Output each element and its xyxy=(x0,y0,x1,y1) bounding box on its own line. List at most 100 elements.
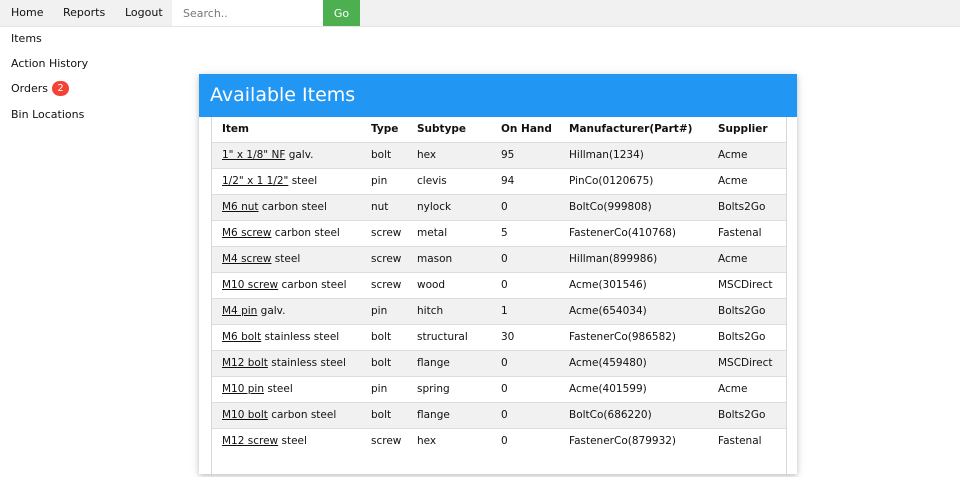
cell-type: bolt xyxy=(371,357,392,369)
available-items-panel: Available Items Item Type Subtype On Han… xyxy=(199,74,797,477)
cell-type: screw xyxy=(371,253,402,265)
item-description: stainless steel xyxy=(267,357,346,369)
table-row: M6 bolt stainless steel bolt structural 30 F… xyxy=(212,324,786,350)
cell-on-hand: 94 xyxy=(501,175,515,187)
cell-on-hand: 0 xyxy=(501,201,508,213)
cell-manufacturer: Hillman(899986) xyxy=(569,253,658,265)
sidebar-item-orders-label: Orders xyxy=(11,82,48,95)
table-row: M10 bolt carbon steel bolt flange 0 BoltCo(6… xyxy=(212,402,786,428)
sidebar-item-items[interactable]: Items xyxy=(11,31,42,47)
item-description: carbon steel xyxy=(267,409,337,421)
cell-subtype: flange xyxy=(417,409,450,421)
item-link[interactable]: M6 screw xyxy=(222,227,271,239)
sidebar-item-action-history[interactable]: Action History xyxy=(11,56,88,72)
cell-supplier: Bolts2Go xyxy=(718,305,766,317)
cell-subtype: hitch xyxy=(417,305,444,317)
cell-manufacturer: Acme(401599) xyxy=(569,383,647,395)
cell-on-hand: 0 xyxy=(501,279,508,291)
cell-manufacturer: FastenerCo(879932) xyxy=(569,435,677,448)
item-link[interactable]: 1/2" x 1 1/2" xyxy=(222,175,288,187)
item-link[interactable]: 1" x 1/8" NF xyxy=(222,149,285,161)
item-link[interactable]: M10 bolt xyxy=(222,409,268,421)
item-link[interactable]: M12 screw xyxy=(222,435,278,447)
item-link[interactable]: M12 bolt xyxy=(222,357,268,369)
cell-subtype: hex xyxy=(417,435,437,448)
orders-count-badge: 2 xyxy=(52,81,69,96)
cell-manufacturer: Acme(459480) xyxy=(569,357,647,369)
sidebar-item-orders[interactable]: Orders 2 xyxy=(11,81,69,97)
cell-item: M6 screw carbon steel xyxy=(212,220,361,246)
item-description: steel xyxy=(264,383,293,395)
cell-subtype: nylock xyxy=(417,201,452,213)
cell-supplier: Fastenal xyxy=(718,227,762,239)
cell-manufacturer: BoltCo(686220) xyxy=(569,409,652,421)
cell-subtype: mason xyxy=(417,253,453,265)
item-description: carbon steel xyxy=(258,201,327,213)
item-link[interactable]: M10 pin xyxy=(222,383,264,395)
cell-on-hand: 0 xyxy=(501,253,508,265)
cell-subtype: flange xyxy=(417,357,450,369)
cell-item: M10 bolt carbon steel xyxy=(212,402,361,428)
table-row: 1/2" x 1 1/2" steel pin clevis 94 PinCo(0120… xyxy=(212,168,786,194)
cell-supplier: Fastenal xyxy=(718,435,762,448)
sidebar-item-bin-locations[interactable]: Bin Locations xyxy=(11,107,84,123)
cell-manufacturer: PinCo(0120675) xyxy=(569,175,654,187)
table-row: M12 screw steel screw hex 0 FastenerCo(87993… xyxy=(212,428,786,454)
search-input[interactable] xyxy=(172,0,323,26)
cell-subtype: clevis xyxy=(417,175,447,187)
cell-on-hand: 0 xyxy=(501,409,508,421)
cell-item: M4 pin galv. xyxy=(212,298,361,324)
item-description: carbon steel xyxy=(278,279,347,291)
cell-supplier: MSCDirect xyxy=(718,357,773,369)
table-row: M10 pin steel pin spring 0 Acme(401599) Acme xyxy=(212,376,786,402)
column-header-type: Type xyxy=(371,123,399,136)
item-description: steel xyxy=(271,253,301,265)
table-row: M6 screw carbon steel screw metal 5 Fastener… xyxy=(212,220,786,246)
table-row: M4 screw steel screw mason 0 Hillman(899986)… xyxy=(212,246,786,272)
cell-item: M4 screw steel xyxy=(212,246,361,272)
item-link[interactable]: M4 pin xyxy=(222,305,257,317)
item-link[interactable]: M6 bolt xyxy=(222,331,261,343)
item-link[interactable]: M6 nut xyxy=(222,201,259,213)
cell-type: screw xyxy=(371,227,402,239)
item-link[interactable]: M4 screw xyxy=(222,253,271,265)
cell-item: 1" x 1/8" NF galv. xyxy=(212,142,361,168)
cell-type: screw xyxy=(371,435,402,448)
cell-manufacturer: FastenerCo(986582) xyxy=(569,331,677,343)
item-link[interactable]: M10 screw xyxy=(222,279,278,291)
table-row: M4 pin galv. pin hitch 1 Acme(654034) Bolts2G… xyxy=(212,298,786,324)
cell-type: nut xyxy=(371,201,389,213)
top-nav-bar: Home Reports Logout Go xyxy=(0,0,960,27)
table-row: M6 nut carbon steel nut nylock 0 BoltCo(9998… xyxy=(212,194,786,220)
cell-manufacturer: FastenerCo(410768) xyxy=(569,227,677,239)
nav-logout-link[interactable]: Logout xyxy=(125,0,163,26)
nav-reports-link[interactable]: Reports xyxy=(63,0,105,26)
column-header-item: Item xyxy=(222,123,249,136)
cell-item: M10 screw carbon steel xyxy=(212,272,361,298)
cell-type: pin xyxy=(371,383,388,395)
cell-type: screw xyxy=(371,279,402,291)
item-description: galv. xyxy=(285,149,314,161)
cell-item: M6 bolt stainless steel xyxy=(212,324,361,350)
table-header-row: Item Type Subtype On Hand Manufacturer(P… xyxy=(212,117,786,142)
go-button[interactable]: Go xyxy=(323,0,360,26)
cell-item: M12 screw steel xyxy=(212,428,361,454)
cell-subtype: wood xyxy=(417,279,446,291)
cell-type: pin xyxy=(371,305,388,317)
cell-on-hand: 1 xyxy=(501,305,508,317)
items-table: Item Type Subtype On Hand Manufacturer(P… xyxy=(212,117,786,454)
cell-supplier: Bolts2Go xyxy=(718,409,766,421)
item-description: carbon steel xyxy=(271,227,340,239)
cell-type: pin xyxy=(371,175,388,187)
column-header-manufacturer: Manufacturer(Part#) xyxy=(569,123,693,136)
cell-manufacturer: Acme(301546) xyxy=(569,279,647,291)
item-description: steel xyxy=(288,175,318,187)
cell-supplier: Acme xyxy=(718,383,748,395)
nav-home-link[interactable]: Home xyxy=(11,0,43,26)
panel-header: Available Items xyxy=(199,74,797,117)
cell-type: bolt xyxy=(371,409,392,421)
cell-subtype: spring xyxy=(417,383,450,395)
cell-subtype: hex xyxy=(417,149,437,161)
cell-supplier: Acme xyxy=(718,253,748,265)
cell-item: M6 nut carbon steel xyxy=(212,194,361,220)
